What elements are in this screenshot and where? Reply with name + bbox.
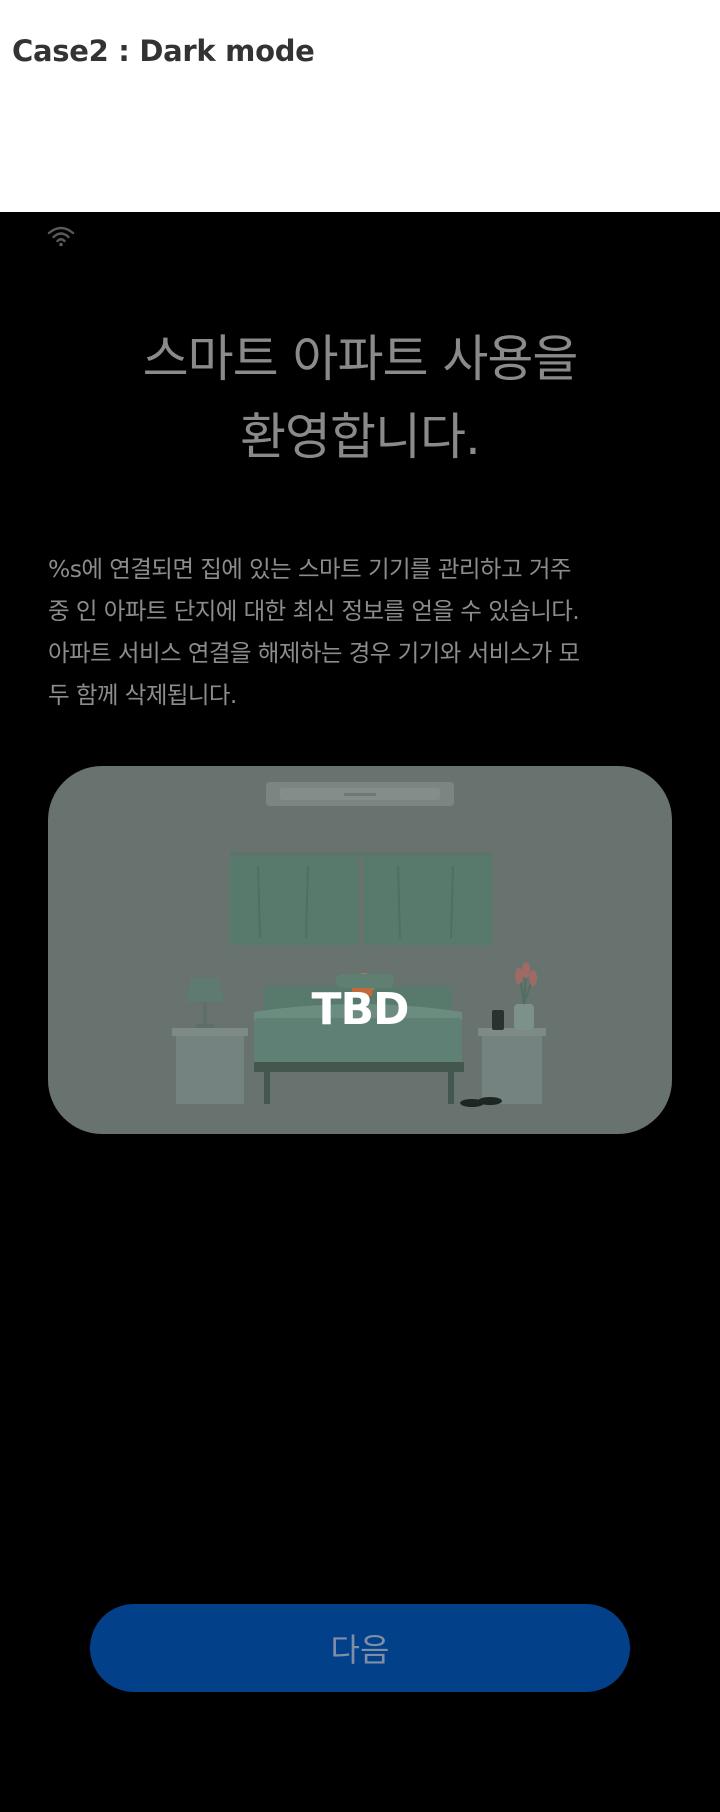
next-button[interactable]: 다음 bbox=[90, 1604, 630, 1692]
description-text: %s에 연결되면 집에 있는 스마트 기기를 관리하고 거주 중 인 아파트 단… bbox=[48, 555, 580, 709]
illustration-card: TBD bbox=[48, 766, 672, 1134]
headline-line-2: 환영합니다. bbox=[240, 408, 481, 466]
bedroom-illustration bbox=[172, 782, 546, 1107]
case-title: Case2 : Dark mode bbox=[12, 34, 315, 68]
wifi-icon bbox=[47, 226, 75, 247]
tbd-label: TBD bbox=[311, 984, 409, 1035]
headline-line-1: 스마트 아파트 사용을 bbox=[142, 330, 579, 388]
welcome-headline: 스마트 아파트 사용을 환영합니다. bbox=[0, 320, 720, 476]
case-header: Case2 : Dark mode bbox=[0, 0, 720, 212]
app-screen: 스마트 아파트 사용을 환영합니다. %s에 연결되면 집에 있는 스마트 기기… bbox=[0, 212, 720, 1812]
